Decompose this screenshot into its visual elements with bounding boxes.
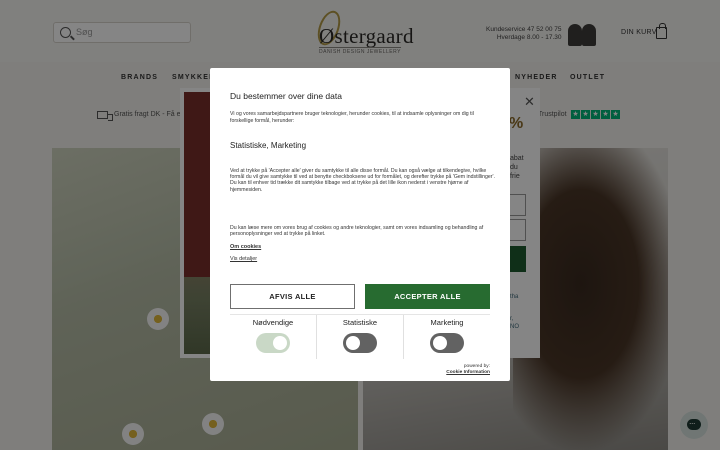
toggle-label: Nødvendige: [252, 318, 294, 327]
cookie-intro: Vi og vores samarbejdspartnere bruger te…: [230, 111, 474, 124]
toggle-marketing: Marketing: [404, 315, 490, 359]
powered-by: powered by: Cookie Information: [436, 364, 490, 376]
switch-knob: [433, 336, 447, 350]
about-cookies-link[interactable]: Om cookies: [230, 244, 261, 250]
cookie-information-link[interactable]: Cookie Information: [436, 370, 490, 376]
toggle-label: Marketing: [430, 318, 464, 327]
consent-toggles: Nødvendige Statistiske Marketing: [230, 314, 490, 359]
marketing-switch[interactable]: [430, 333, 464, 353]
accept-all-button[interactable]: ACCEPTER ALLE: [365, 284, 490, 309]
switch-knob: [346, 336, 360, 350]
statistics-switch[interactable]: [343, 333, 377, 353]
necessary-switch[interactable]: [256, 333, 290, 353]
toggle-label: Statistiske: [342, 318, 378, 327]
cookie-body-consent: Ved at trykke på 'Accepter alle' giver d…: [230, 168, 495, 181]
toggle-statistics: Statistiske: [317, 315, 404, 359]
toggle-necessary: Nødvendige: [230, 315, 317, 359]
cookie-purposes: Statistiske, Marketing: [230, 141, 307, 150]
cookie-more-info: Du kan læse mere om vores brug af cookie…: [230, 225, 484, 238]
cookie-title: Du bestemmer over dine data: [230, 91, 342, 101]
reject-all-button[interactable]: AFVIS ALLE: [230, 284, 355, 309]
cookie-consent-dialog: Du bestemmer over dine data Vi og vores …: [210, 68, 510, 381]
switch-knob: [273, 336, 287, 350]
cookie-body: Ved at trykke på 'Accepter alle' giver d…: [230, 168, 495, 193]
show-details-link[interactable]: Vis detaljer: [230, 256, 257, 262]
cookie-body-withdraw: Du kan til enhver tid trække dit samtykk…: [230, 180, 469, 193]
